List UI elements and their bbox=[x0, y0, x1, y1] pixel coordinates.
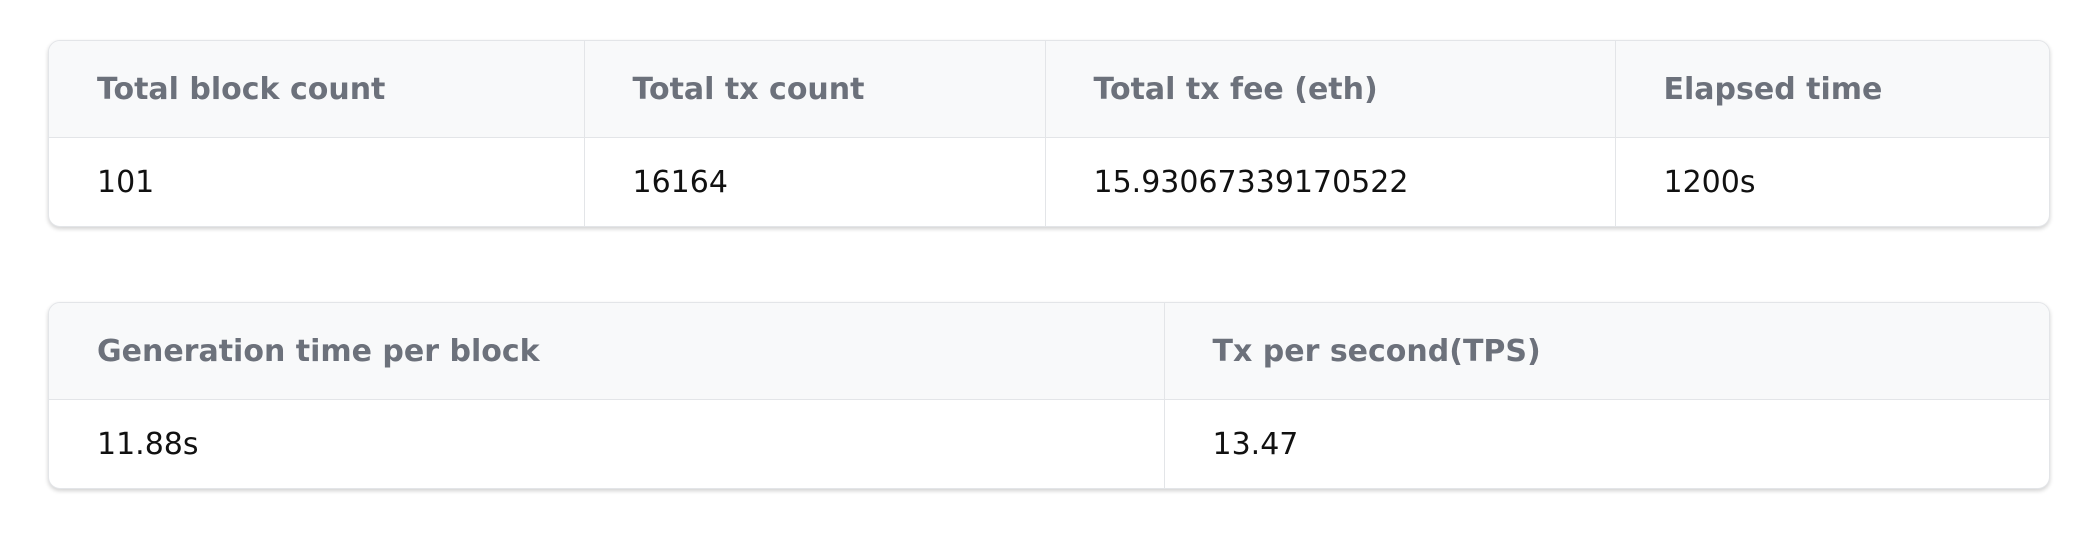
value-total-tx-count: 16164 bbox=[584, 137, 1046, 226]
table-row: 101 16164 15.93067339170522 1200s bbox=[49, 137, 2049, 226]
value-total-block-count: 101 bbox=[49, 137, 585, 226]
value-total-tx-fee: 15.93067339170522 bbox=[1045, 137, 1616, 226]
summary-table: Total block count Total tx count Total t… bbox=[49, 41, 2049, 226]
rates-card: Generation time per block Tx per second(… bbox=[48, 302, 2050, 489]
summary-header-row: Total block count Total tx count Total t… bbox=[49, 41, 2049, 138]
table-row: 11.88s 13.47 bbox=[49, 399, 2049, 488]
header-elapsed-time: Elapsed time bbox=[1615, 41, 2049, 138]
value-tx-per-second: 13.47 bbox=[1212, 426, 1299, 462]
header-total-block-count: Total block count bbox=[49, 41, 585, 138]
value-generation-time-per-block: 11.88s bbox=[49, 399, 1165, 488]
summary-card: Total block count Total tx count Total t… bbox=[48, 40, 2050, 227]
header-generation-time-per-block: Generation time per block bbox=[49, 303, 1165, 400]
header-total-tx-count: Total tx count bbox=[584, 41, 1046, 138]
header-tx-per-second: Tx per second(TPS) bbox=[1164, 303, 2049, 400]
rates-table: Generation time per block Tx per second(… bbox=[49, 303, 2049, 488]
header-total-tx-fee: Total tx fee (eth) bbox=[1045, 41, 1616, 138]
page: Total block count Total tx count Total t… bbox=[0, 0, 2096, 538]
rates-header-row: Generation time per block Tx per second(… bbox=[49, 303, 2049, 400]
value-elapsed-time: 1200s bbox=[1663, 164, 1756, 200]
